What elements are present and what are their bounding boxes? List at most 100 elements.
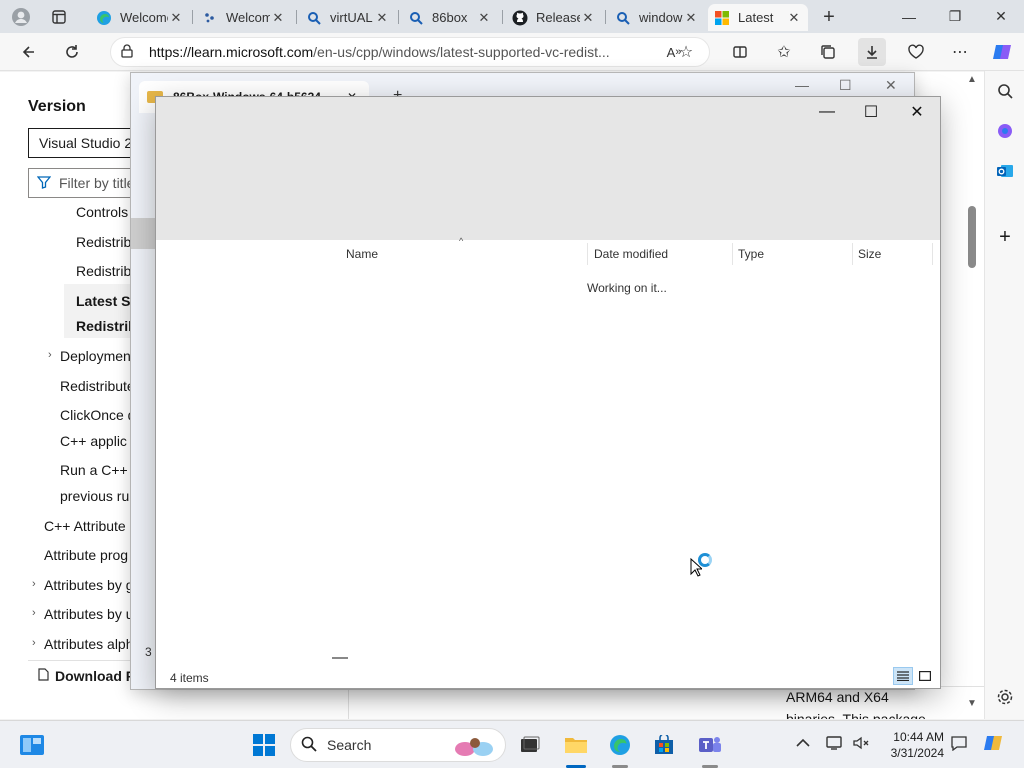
toc-item[interactable]: Controls	[76, 204, 128, 220]
column-header-size[interactable]: Size	[858, 247, 881, 261]
volume-muted-icon[interactable]	[852, 735, 870, 754]
toc-item[interactable]: C++ Attribute	[44, 518, 126, 534]
tab-separator	[192, 10, 193, 24]
loading-message: Working on it...	[587, 281, 667, 295]
minimize-button[interactable]: —	[886, 0, 932, 33]
search-icon[interactable]	[993, 79, 1017, 103]
github-icon	[512, 10, 528, 26]
close-tab-icon[interactable]: ✕	[270, 10, 286, 26]
back-button[interactable]	[14, 38, 42, 66]
column-header-date-modified[interactable]: Date modified	[594, 247, 668, 261]
tab-actions-icon[interactable]	[46, 4, 72, 30]
downloads-icon[interactable]	[858, 38, 886, 66]
collections-icon[interactable]	[814, 38, 842, 66]
column-header-name[interactable]: Name	[346, 247, 378, 261]
microsoft-icon	[714, 10, 730, 26]
settings-gear-icon[interactable]	[993, 685, 1017, 709]
refresh-button[interactable]	[58, 38, 86, 66]
page-scrollbar[interactable]: ▲ ▼	[967, 72, 984, 719]
split-screen-icon[interactable]	[726, 38, 754, 66]
edge-taskbar-icon[interactable]	[606, 731, 634, 759]
outlook-icon[interactable]	[993, 159, 1017, 183]
toc-item[interactable]: Run a C++	[60, 462, 128, 478]
scroll-down-icon[interactable]: ▼	[967, 698, 977, 709]
close-window-button[interactable]: ✕	[978, 0, 1024, 33]
add-sidebar-app-icon[interactable]: +	[993, 225, 1017, 249]
file-explorer-taskbar-icon[interactable]	[562, 731, 590, 759]
close-window-button[interactable]: ✕	[894, 97, 940, 127]
browser-tab[interactable]: Welcome ✕	[196, 4, 292, 31]
column-divider[interactable]	[852, 243, 853, 265]
tab-separator	[398, 10, 399, 24]
tab-separator	[502, 10, 503, 24]
column-header-type[interactable]: Type	[738, 247, 764, 261]
clock-date: 3/31/2024	[890, 746, 944, 760]
toc-item[interactable]: Redistribute	[60, 378, 135, 394]
scroll-up-icon[interactable]: ▲	[967, 74, 977, 85]
toc-item[interactable]: ClickOnce d	[60, 407, 135, 423]
file-explorer-window[interactable]: — ☐ ✕ ^ Name Date modified Type Size Wor…	[155, 96, 941, 689]
tab-separator	[605, 10, 606, 24]
details-view-icon[interactable]	[893, 667, 913, 685]
notifications-icon[interactable]	[950, 735, 968, 754]
address-bar[interactable]: https://learn.microsoft.com/en-us/cpp/wi…	[110, 37, 710, 67]
toc-item-expandable[interactable]: › Deploymen	[48, 348, 131, 364]
column-divider[interactable]	[587, 243, 588, 265]
toc-item[interactable]: Attribute prog	[44, 547, 128, 563]
browser-tab[interactable]: Welcome ✕	[90, 4, 190, 31]
close-tab-icon[interactable]: ✕	[168, 10, 184, 26]
minimize-button[interactable]: —	[795, 77, 809, 93]
microsoft-store-icon[interactable]	[650, 731, 678, 759]
teams-icon[interactable]	[696, 731, 724, 759]
copilot-icon[interactable]	[988, 38, 1016, 66]
copilot-sidebar-icon[interactable]	[993, 119, 1017, 143]
scrollbar-thumb[interactable]	[968, 206, 976, 268]
content-divider	[348, 686, 349, 719]
more-options-icon[interactable]: ⋯	[946, 38, 974, 66]
taskbar-search[interactable]: Search	[290, 728, 506, 762]
toc-item[interactable]: Redistrib	[76, 234, 131, 250]
close-tab-icon[interactable]: ✕	[786, 10, 802, 26]
column-divider[interactable]	[732, 243, 733, 265]
network-icon[interactable]	[826, 735, 844, 754]
browser-tab[interactable]: 86box ✕	[402, 4, 498, 31]
pdf-icon	[38, 667, 49, 684]
close-tab-icon[interactable]: ✕	[476, 10, 492, 26]
toc-item-expandable[interactable]: › Attributes alph	[32, 636, 134, 652]
browser-essentials-icon[interactable]	[902, 38, 930, 66]
task-view-icon[interactable]	[516, 731, 544, 759]
favorite-star-icon[interactable]: ☆	[672, 38, 700, 66]
start-menu-icon[interactable]	[250, 731, 278, 759]
browser-tab[interactable]: Releases ✕	[506, 4, 602, 31]
close-window-button[interactable]: ✕	[885, 77, 897, 94]
profile-icon[interactable]	[8, 4, 34, 30]
system-clock[interactable]: 10:44 AM 3/31/2024	[884, 729, 944, 761]
browser-tab[interactable]: windows ✕	[609, 4, 705, 31]
toc-item[interactable]: previous ru	[60, 488, 129, 504]
horizontal-scrollbar[interactable]	[332, 657, 348, 659]
column-divider[interactable]	[932, 243, 933, 265]
chevron-right-icon: ›	[32, 607, 36, 619]
maximize-button[interactable]: ☐	[848, 97, 894, 127]
toc-item-expandable[interactable]: › Attributes by u	[32, 606, 134, 622]
widgets-icon[interactable]	[18, 731, 46, 759]
restore-button[interactable]: ❐	[932, 0, 978, 33]
minimize-button[interactable]: —	[804, 97, 850, 127]
close-tab-icon[interactable]: ✕	[580, 10, 596, 26]
maximize-button[interactable]: ☐	[839, 77, 852, 94]
favorites-icon[interactable]: ✩	[770, 38, 798, 66]
toc-item-current[interactable]: Redistrib	[76, 318, 137, 334]
browser-tab-active[interactable]: Latest ✕	[708, 4, 808, 31]
copilot-preview-icon[interactable]	[982, 731, 1006, 758]
large-icons-view-icon[interactable]	[915, 667, 935, 685]
new-tab-button[interactable]: +	[816, 4, 842, 30]
filter-icon	[36, 175, 52, 192]
toc-item-expandable[interactable]: › Attributes by g	[32, 577, 134, 593]
close-tab-icon[interactable]: ✕	[374, 10, 390, 26]
browser-tab[interactable]: virtUAL ✕	[300, 4, 396, 31]
toc-item[interactable]: Redistrib	[76, 263, 131, 279]
close-tab-icon[interactable]: ✕	[683, 10, 699, 26]
show-hidden-icons-chevron-icon[interactable]	[796, 735, 810, 751]
toc-item[interactable]: C++ applic	[60, 433, 127, 449]
navigation-pane-item	[131, 218, 157, 249]
